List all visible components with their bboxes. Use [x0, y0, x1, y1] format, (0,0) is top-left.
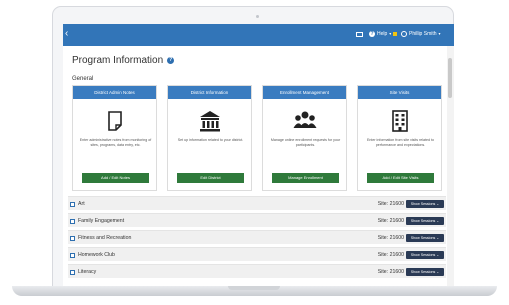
card-description: Enter administrative notes from monitori…	[79, 138, 152, 147]
card-title: Enrollment Management	[263, 86, 346, 99]
program-name[interactable]: Family Engagement	[70, 214, 124, 228]
app-screen: ‹ ? Help ▾ Phillip Smith ▾ Program Infor…	[63, 24, 454, 286]
show-sessions-button[interactable]: Show Sessions ⌄	[406, 200, 444, 208]
chevron-down-icon: ▾	[389, 31, 392, 36]
help-button[interactable]: ? Help ▾	[369, 29, 398, 39]
camera-icon	[256, 15, 259, 18]
card-description: Set up information related to your distr…	[177, 138, 244, 142]
building-icon	[200, 111, 220, 132]
back-icon[interactable]: ‹	[65, 28, 68, 40]
site-number: Site: 21600	[377, 201, 404, 207]
edit-icon[interactable]	[70, 252, 75, 258]
page-title: Program Information	[72, 55, 164, 66]
chevron-down-icon: ⌄	[436, 219, 440, 223]
show-sessions-label: Show Sessions	[410, 270, 436, 274]
card-title: Site Visits	[358, 86, 441, 99]
card-description: Manage online enrollment requests for yo…	[270, 138, 341, 147]
show-sessions-button[interactable]: Show Sessions ⌄	[406, 251, 444, 259]
show-sessions-label: Show Sessions	[410, 202, 436, 206]
notification-icon[interactable]	[393, 32, 398, 36]
building-grid-icon	[392, 110, 408, 132]
site-number: Site: 21600	[377, 218, 404, 224]
program-row-fitness-and-recreation[interactable]: Fitness and Recreation Site: 21600 Show …	[68, 230, 446, 244]
chevron-down-icon: ▾	[438, 31, 441, 36]
user-icon	[401, 31, 407, 37]
users-icon	[293, 111, 317, 128]
chevron-down-icon: ⌄	[436, 253, 440, 257]
add-edit-site-visits-button[interactable]: Add / Edit Site Visits	[367, 173, 434, 183]
card-district-admin-notes: District Admin Notes Enter administrativ…	[72, 85, 157, 191]
laptop-notch	[228, 286, 280, 290]
program-name[interactable]: Fitness and Recreation	[70, 231, 131, 245]
program-label: Literacy	[78, 269, 97, 275]
program-row-homework-club[interactable]: Homework Club Site: 21600 Show Sessions …	[68, 247, 446, 261]
edit-icon[interactable]	[70, 269, 75, 275]
site-number: Site: 21600	[377, 269, 404, 275]
edit-icon[interactable]	[70, 235, 75, 241]
edit-icon[interactable]	[70, 218, 75, 224]
card-description: Enter information from site visits relat…	[366, 138, 435, 147]
chevron-down-icon: ⌄	[436, 202, 440, 206]
user-name: Phillip Smith	[409, 31, 437, 37]
program-name[interactable]: Literacy	[70, 265, 96, 279]
program-row-family-engagement[interactable]: Family Engagement Site: 21600 Show Sessi…	[68, 213, 446, 227]
site-number: Site: 21600	[377, 252, 404, 258]
chevron-down-icon: ⌄	[436, 236, 440, 240]
card-title: District Admin Notes	[73, 86, 156, 99]
show-sessions-button[interactable]: Show Sessions ⌄	[406, 234, 444, 242]
show-sessions-label: Show Sessions	[410, 219, 436, 223]
card-district-information: District Information Set up information …	[167, 85, 252, 191]
show-sessions-button[interactable]: Show Sessions ⌄	[406, 217, 444, 225]
manage-enrollment-button[interactable]: Manage Enrollment	[272, 173, 339, 183]
show-sessions-label: Show Sessions	[410, 236, 436, 240]
add-edit-notes-button[interactable]: Add / Edit Notes	[82, 173, 149, 183]
show-sessions-button[interactable]: Show Sessions ⌄	[406, 268, 444, 276]
page-header: Program Information ?	[72, 55, 175, 66]
card-site-visits: Site Visits Enter information from site …	[357, 85, 442, 191]
help-icon: ?	[369, 31, 375, 37]
top-navigation-bar: ‹ ? Help ▾ Phillip Smith ▾	[63, 24, 454, 46]
help-circle-icon[interactable]: ?	[167, 57, 175, 64]
program-row-literacy[interactable]: Literacy Site: 21600 Show Sessions ⌄	[68, 264, 446, 278]
section-label: General	[72, 76, 94, 82]
user-menu[interactable]: Phillip Smith ▾	[401, 29, 441, 39]
scrollbar-thumb[interactable]	[448, 58, 452, 98]
program-label: Fitness and Recreation	[78, 235, 132, 241]
card-enrollment-management: Enrollment Management Manage online enro…	[262, 85, 347, 191]
card-title: District Information	[168, 86, 251, 99]
program-row-art[interactable]: Art Site: 21600 Show Sessions ⌄	[68, 196, 446, 210]
program-name[interactable]: Homework Club	[70, 248, 115, 262]
edit-icon[interactable]	[70, 201, 75, 207]
help-label: Help	[377, 31, 388, 37]
program-label: Homework Club	[78, 252, 115, 258]
edit-district-button[interactable]: Edit District	[177, 173, 244, 183]
program-name[interactable]: Art	[70, 197, 85, 211]
site-number: Site: 21600	[377, 235, 404, 241]
show-sessions-label: Show Sessions	[410, 253, 436, 257]
scrollbar[interactable]	[447, 46, 454, 286]
chevron-down-icon: ⌄	[436, 270, 440, 274]
mail-icon[interactable]	[356, 32, 363, 37]
program-label: Family Engagement	[78, 218, 125, 224]
note-icon	[108, 111, 122, 131]
program-label: Art	[78, 201, 85, 207]
